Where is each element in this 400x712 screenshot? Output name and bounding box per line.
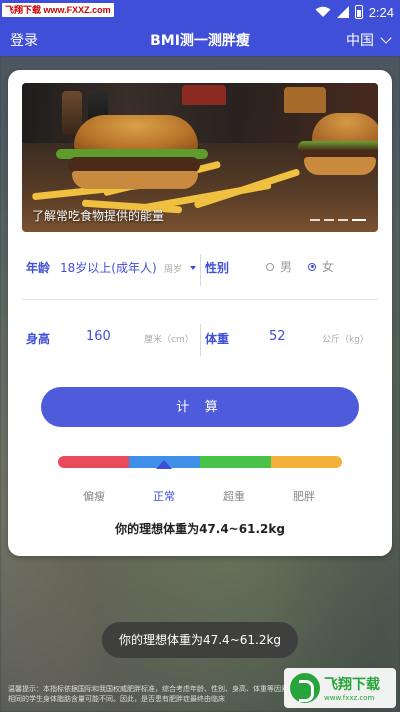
gender-option-label: 男: [280, 260, 293, 274]
brand-name: 飞翔下载: [324, 677, 380, 693]
gender-option-label: 女: [322, 260, 335, 274]
gender-label: 性别: [205, 261, 230, 275]
brand-watermark: 飞翔下载 www.fxxz.com: [284, 668, 396, 708]
bmi-card: 了解常吃食物提供的能量 年龄 18岁以上(成年人) 周岁 性别 男 女 身高 1…: [8, 70, 392, 556]
battery-icon: [354, 5, 363, 19]
radio-checked-icon: [308, 262, 316, 271]
calculate-button[interactable]: 计 算: [41, 387, 359, 427]
divider: [200, 324, 201, 356]
brand-logo-icon: [290, 673, 320, 703]
wifi-icon: [315, 6, 331, 17]
age-gender-row: 年龄 18岁以上(成年人) 周岁 性别 男 女: [22, 250, 378, 290]
scale-segment-overweight: [200, 456, 271, 468]
chevron-down-icon: [380, 32, 392, 44]
status-bar: 飞翔下载 www.FXXZ.com 2:24: [0, 0, 400, 24]
age-label: 年龄: [26, 261, 51, 275]
burger-image: [312, 113, 378, 143]
burger-patty: [298, 141, 378, 157]
page-title: BMI测一测胖瘦: [150, 33, 250, 49]
divider: [200, 254, 201, 286]
app-bar: 登录 BMI测一测胖瘦 中国: [0, 24, 400, 56]
disclaimer-text: 温馨提示：本指标依据国际和我国权威肥胖标准，综合考虑年龄、性别、身高、体重等因素…: [8, 685, 308, 703]
brand-text-block: 飞翔下载 www.fxxz.com: [324, 674, 380, 702]
toast-message: 你的理想体重为47.4~61.2kg: [102, 622, 298, 658]
gender-radio-male[interactable]: 男: [266, 258, 292, 275]
weight-input[interactable]: 52: [269, 329, 286, 344]
height-unit: 厘米（cm）: [144, 335, 194, 345]
signal-icon: [336, 6, 349, 18]
category-obese: 肥胖: [293, 490, 315, 503]
status-icons: 2:24: [315, 0, 394, 24]
height-weight-row: 身高 160 厘米（cm） 体重 52 公斤（kg）: [22, 320, 378, 360]
language-selector[interactable]: 中国: [346, 30, 392, 50]
divider: [22, 299, 378, 300]
radio-icon: [266, 262, 274, 271]
banner-pager: [310, 219, 366, 221]
scale-segment-obese: [271, 456, 342, 468]
weight-label: 体重: [205, 332, 230, 346]
height-label: 身高: [26, 332, 51, 346]
pager-dot[interactable]: [338, 219, 348, 221]
brand-url: www.fxxz.com: [324, 694, 375, 702]
age-unit: 周岁: [164, 265, 183, 275]
fries-image: [193, 168, 301, 209]
sign-image: [182, 85, 226, 105]
food-banner[interactable]: 了解常吃食物提供的能量: [22, 83, 378, 232]
pager-dot-active[interactable]: [352, 219, 366, 221]
sign-image: [284, 87, 326, 113]
bmi-scale-bar: [58, 456, 342, 468]
burger-image: [74, 115, 198, 151]
pager-dot[interactable]: [324, 219, 334, 221]
gender-radio-female[interactable]: 女: [308, 258, 334, 275]
scale-segment-underweight: [58, 456, 129, 468]
age-select[interactable]: 18岁以上(成年人): [60, 259, 157, 276]
ideal-weight-result: 你的理想体重为47.4~61.2kg: [115, 522, 285, 536]
scale-pointer-icon: [156, 460, 172, 469]
watermark-label: 飞翔下载 www.FXXZ.com: [2, 3, 114, 17]
category-normal: 正常: [153, 490, 175, 503]
banner-caption: 了解常吃食物提供的能量: [32, 209, 165, 223]
burger-bun: [304, 157, 376, 175]
height-input[interactable]: 160: [86, 329, 111, 344]
clock: 2:24: [368, 4, 394, 20]
pager-dot[interactable]: [310, 219, 320, 221]
language-label: 中国: [346, 33, 374, 49]
category-overweight: 超重: [223, 490, 245, 503]
weight-unit: 公斤（kg）: [322, 335, 369, 345]
dropdown-arrow-icon[interactable]: [190, 266, 196, 270]
category-underweight: 偏瘦: [83, 490, 105, 503]
burger-bun: [72, 171, 198, 189]
